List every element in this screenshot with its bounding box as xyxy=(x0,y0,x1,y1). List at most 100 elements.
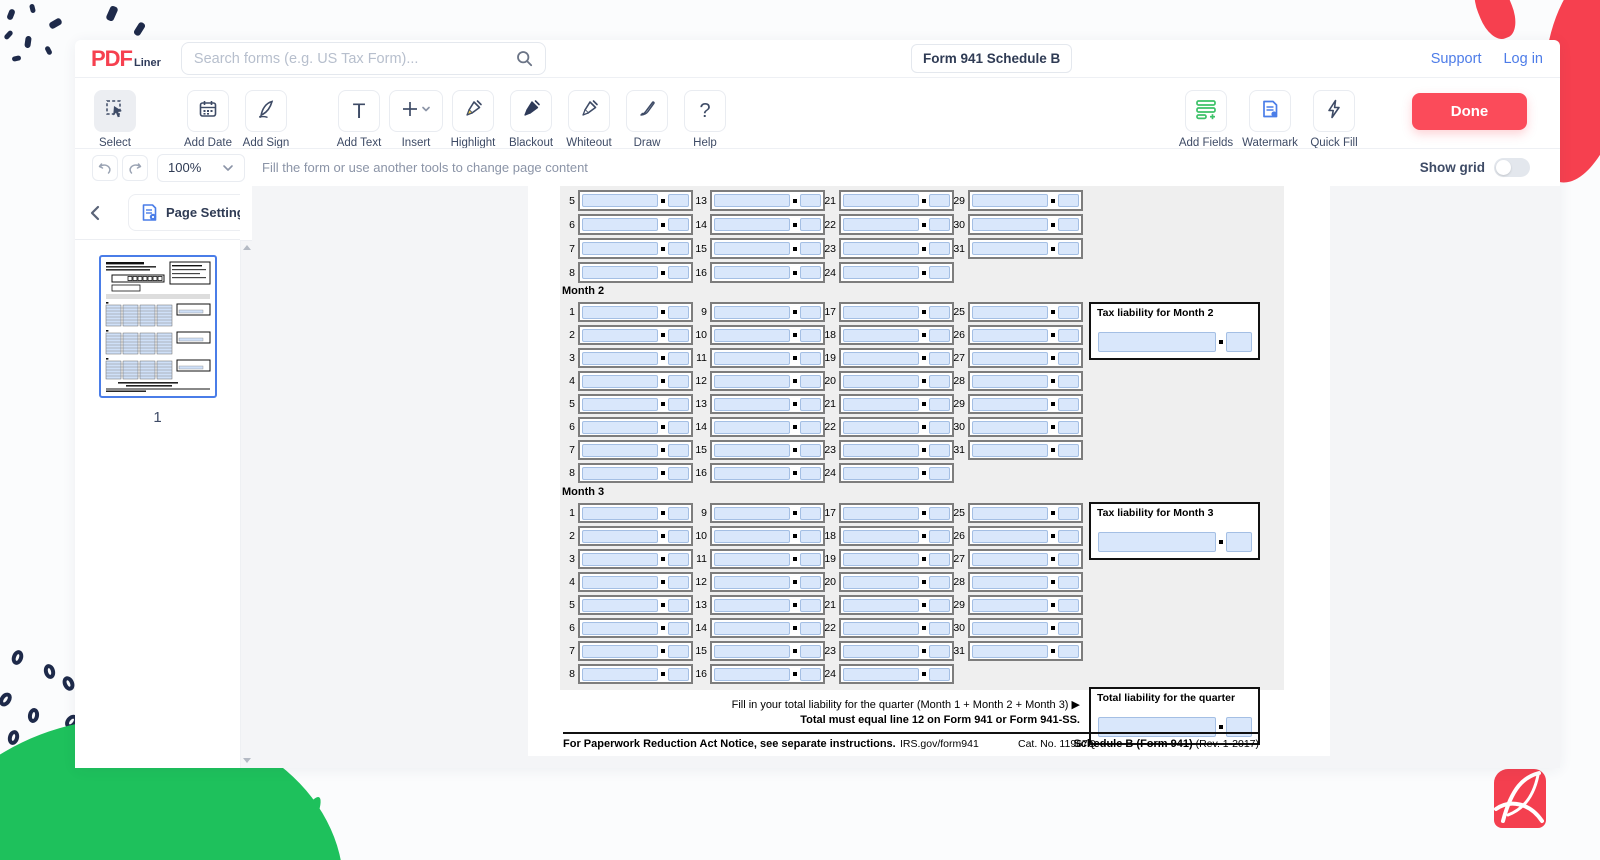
cents-field[interactable] xyxy=(1058,218,1079,231)
cents-field[interactable] xyxy=(929,375,950,388)
cents-field[interactable] xyxy=(800,622,821,635)
dollars-field[interactable] xyxy=(582,645,658,658)
scroll-up-arrow-icon[interactable] xyxy=(243,245,251,250)
dollars-field[interactable] xyxy=(972,530,1048,543)
dollars-field[interactable] xyxy=(582,530,658,543)
liability-cents-field[interactable] xyxy=(1226,532,1252,552)
cents-field[interactable] xyxy=(668,194,689,207)
cents-field[interactable] xyxy=(668,375,689,388)
select-tool-button[interactable]: Select xyxy=(88,90,142,149)
redo-button[interactable] xyxy=(122,155,148,181)
dollars-field[interactable] xyxy=(582,398,658,411)
cents-field[interactable] xyxy=(1058,553,1079,566)
cents-field[interactable] xyxy=(929,467,950,480)
dollars-field[interactable] xyxy=(714,266,790,279)
dollars-field[interactable] xyxy=(843,599,919,612)
dollars-field[interactable] xyxy=(843,242,919,255)
dollars-field[interactable] xyxy=(843,622,919,635)
help-button[interactable]: ? Help xyxy=(678,90,732,149)
dollars-field[interactable] xyxy=(714,352,790,365)
cents-field[interactable] xyxy=(929,576,950,589)
cents-field[interactable] xyxy=(800,398,821,411)
dollars-field[interactable] xyxy=(714,329,790,342)
dollars-field[interactable] xyxy=(843,507,919,520)
dollars-field[interactable] xyxy=(714,645,790,658)
cents-field[interactable] xyxy=(1058,329,1079,342)
dollars-field[interactable] xyxy=(972,622,1048,635)
cents-field[interactable] xyxy=(800,530,821,543)
cents-field[interactable] xyxy=(800,444,821,457)
cents-field[interactable] xyxy=(1058,444,1079,457)
dollars-field[interactable] xyxy=(843,530,919,543)
dollars-field[interactable] xyxy=(582,622,658,635)
cents-field[interactable] xyxy=(929,306,950,319)
done-button[interactable]: Done xyxy=(1412,93,1527,130)
dollars-field[interactable] xyxy=(972,306,1048,319)
cents-field[interactable] xyxy=(929,507,950,520)
dollars-field[interactable] xyxy=(582,668,658,681)
dollars-field[interactable] xyxy=(582,194,658,207)
insert-button[interactable]: Insert xyxy=(389,90,443,149)
cents-field[interactable] xyxy=(1058,622,1079,635)
cents-field[interactable] xyxy=(800,668,821,681)
blackout-button[interactable]: Blackout xyxy=(504,90,558,149)
dollars-field[interactable] xyxy=(714,194,790,207)
cents-field[interactable] xyxy=(929,553,950,566)
dollars-field[interactable] xyxy=(843,553,919,566)
cents-field[interactable] xyxy=(1058,398,1079,411)
pdfliner-logo[interactable]: PDF Liner xyxy=(91,48,161,70)
dollars-field[interactable] xyxy=(714,530,790,543)
cents-field[interactable] xyxy=(800,375,821,388)
cents-field[interactable] xyxy=(800,218,821,231)
dollars-field[interactable] xyxy=(714,668,790,681)
support-link[interactable]: Support xyxy=(1431,51,1482,67)
dollars-field[interactable] xyxy=(843,668,919,681)
dollars-field[interactable] xyxy=(714,576,790,589)
dollars-field[interactable] xyxy=(843,467,919,480)
dollars-field[interactable] xyxy=(714,553,790,566)
quick-fill-button[interactable]: Quick Fill xyxy=(1302,90,1366,149)
cents-field[interactable] xyxy=(929,530,950,543)
cents-field[interactable] xyxy=(668,266,689,279)
whiteout-button[interactable]: Whiteout xyxy=(562,90,616,149)
dollars-field[interactable] xyxy=(972,576,1048,589)
cents-field[interactable] xyxy=(1058,242,1079,255)
dollars-field[interactable] xyxy=(582,266,658,279)
cents-field[interactable] xyxy=(800,599,821,612)
dollars-field[interactable] xyxy=(582,306,658,319)
dollars-field[interactable] xyxy=(972,645,1048,658)
dollars-field[interactable] xyxy=(714,599,790,612)
cents-field[interactable] xyxy=(668,306,689,319)
cents-field[interactable] xyxy=(800,352,821,365)
page-thumbnail-1[interactable] xyxy=(99,255,217,398)
cents-field[interactable] xyxy=(800,306,821,319)
dollars-field[interactable] xyxy=(843,266,919,279)
dollars-field[interactable] xyxy=(582,599,658,612)
cents-field[interactable] xyxy=(800,576,821,589)
dollars-field[interactable] xyxy=(972,599,1048,612)
cents-field[interactable] xyxy=(1058,352,1079,365)
undo-button[interactable] xyxy=(92,155,118,181)
dollars-field[interactable] xyxy=(972,329,1048,342)
scroll-down-arrow-icon[interactable] xyxy=(243,758,251,763)
cents-field[interactable] xyxy=(929,352,950,365)
liability-cents-field[interactable] xyxy=(1226,332,1252,352)
cents-field[interactable] xyxy=(668,507,689,520)
cents-field[interactable] xyxy=(668,599,689,612)
dollars-field[interactable] xyxy=(843,398,919,411)
dollars-field[interactable] xyxy=(582,576,658,589)
highlight-button[interactable]: Highlight xyxy=(446,90,500,149)
dollars-field[interactable] xyxy=(714,444,790,457)
dollars-field[interactable] xyxy=(582,352,658,365)
dollars-field[interactable] xyxy=(714,507,790,520)
dollars-field[interactable] xyxy=(582,553,658,566)
liability-dollars-field[interactable] xyxy=(1098,532,1216,552)
dollars-field[interactable] xyxy=(582,444,658,457)
cents-field[interactable] xyxy=(1058,530,1079,543)
cents-field[interactable] xyxy=(929,668,950,681)
add-text-button[interactable]: T Add Text xyxy=(332,90,386,149)
cents-field[interactable] xyxy=(800,645,821,658)
liability-dollars-field[interactable] xyxy=(1098,332,1216,352)
cents-field[interactable] xyxy=(1058,421,1079,434)
cents-field[interactable] xyxy=(929,329,950,342)
